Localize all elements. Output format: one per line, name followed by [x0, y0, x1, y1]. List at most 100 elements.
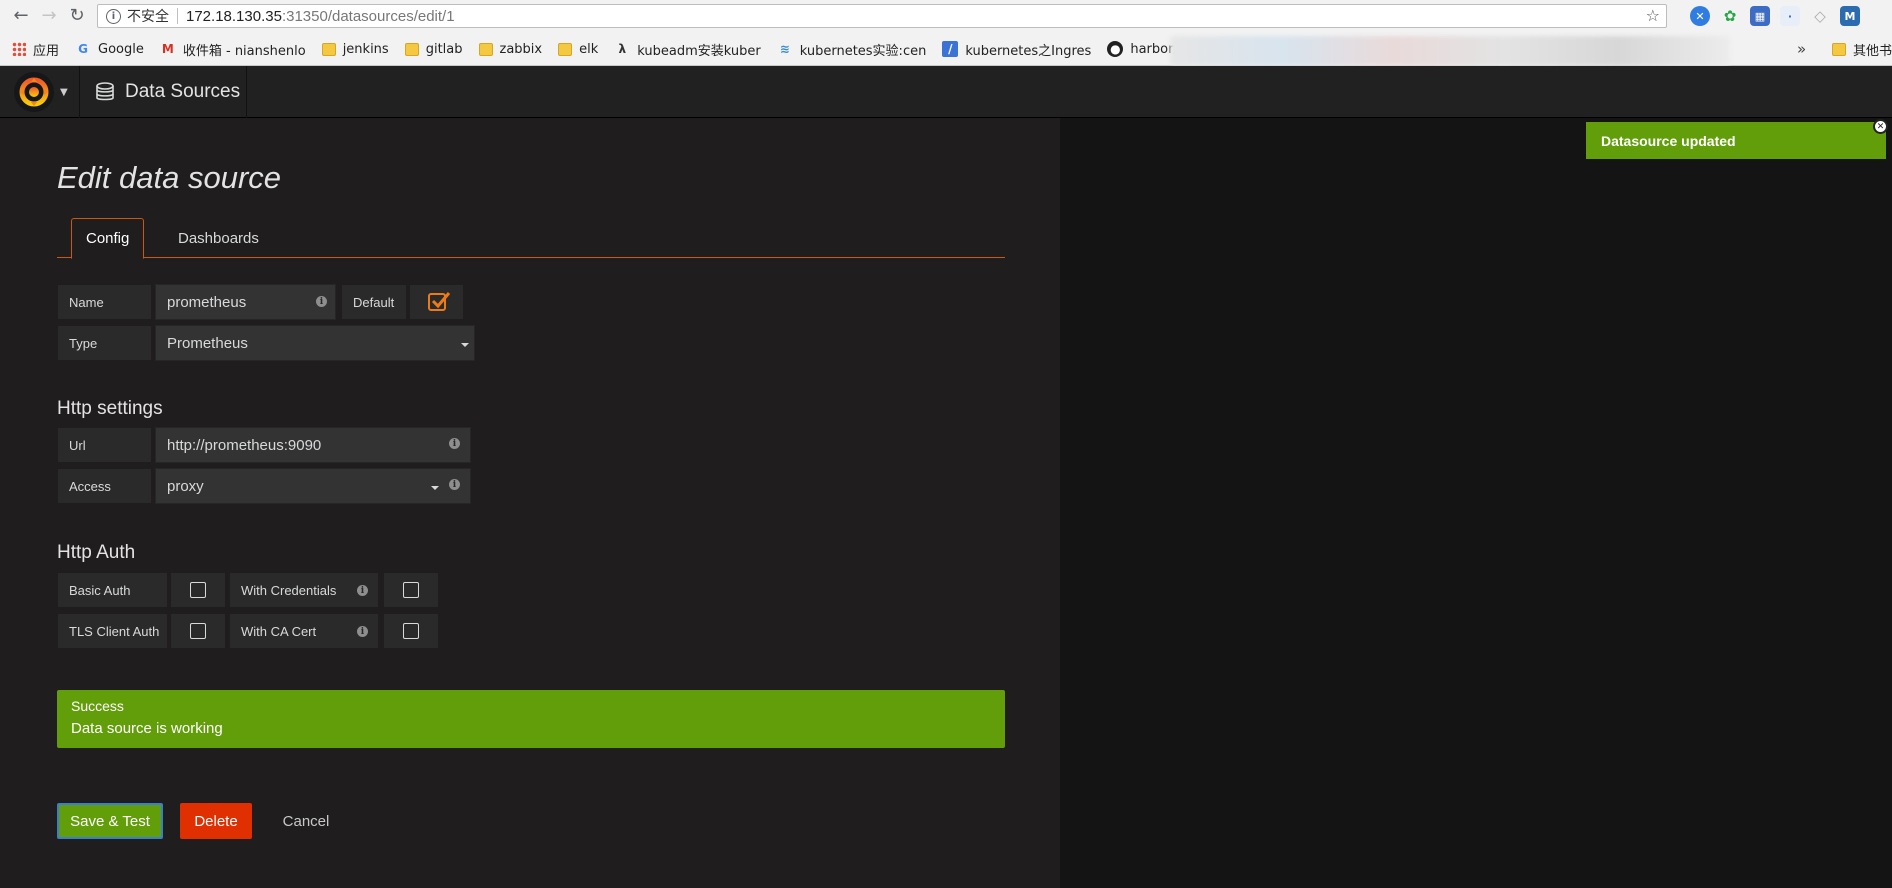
- type-label: Type: [57, 325, 152, 361]
- folder-icon: [1832, 42, 1846, 56]
- tab-dashboards[interactable]: Dashboards: [164, 218, 273, 258]
- side-menu-toggle[interactable]: ▼: [0, 66, 80, 118]
- caret-down-icon: [461, 343, 469, 347]
- name-label: Name: [57, 284, 152, 320]
- info-icon[interactable]: i: [316, 296, 327, 307]
- bookmark-kubernetes-lab[interactable]: ≋ kubernetes实验:cen: [777, 40, 927, 59]
- extension-icon[interactable]: ·: [1780, 6, 1800, 26]
- browser-chrome: ← → ↻ i 不安全 172.18.130.35:31350/datasour…: [0, 0, 1892, 66]
- bookmark-star-icon[interactable]: ☆: [1646, 6, 1660, 25]
- bookmark-label: kubernetes实验:cen: [799, 43, 927, 59]
- success-alert: Success Data source is working: [57, 690, 1005, 748]
- http-settings-title: Http settings: [57, 398, 163, 419]
- with-ca-cert-checkbox[interactable]: [383, 613, 439, 649]
- save-test-button[interactable]: Save & Test: [57, 803, 163, 839]
- bookmark-gmail[interactable]: M 收件箱 - nianshenlo: [160, 40, 306, 59]
- checkbox-checked-icon: [427, 292, 450, 311]
- bookmark-label: jenkins: [342, 41, 389, 57]
- folder-icon: [404, 42, 419, 56]
- bookmark-label: elk: [579, 41, 599, 57]
- toast-message: Datasource updated: [1601, 132, 1736, 149]
- toast-notification: Datasource updated: [1586, 122, 1886, 159]
- paw-icon[interactable]: ✿: [1720, 6, 1740, 26]
- alert-title: Success: [71, 698, 124, 714]
- basic-auth-label: Basic Auth: [57, 572, 168, 608]
- bookmark-label: Google: [98, 41, 144, 57]
- with-credentials-checkbox[interactable]: [383, 572, 439, 608]
- lambda-icon: λ: [618, 42, 627, 56]
- address-bar[interactable]: i 不安全 172.18.130.35:31350/datasources/ed…: [97, 4, 1667, 28]
- bookmark-other[interactable]: 其他书签: [1832, 34, 1892, 64]
- tls-client-auth-label: TLS Client Auth: [57, 613, 168, 649]
- caret-down-icon: ▼: [60, 86, 68, 98]
- checkbox-icon: [190, 582, 206, 598]
- database-icon: [96, 82, 114, 101]
- url-path: :31350/datasources/edit/1: [281, 7, 455, 25]
- checkbox-icon: [403, 582, 419, 598]
- bookmark-kubernetes-ingress[interactable]: / kubernetes之Ingres: [942, 40, 1091, 59]
- bookmark-zabbix[interactable]: zabbix: [478, 42, 542, 57]
- reload-icon[interactable]: ↻: [66, 4, 88, 26]
- gmail-icon: M: [161, 42, 174, 56]
- bookmark-gitlab[interactable]: gitlab: [404, 41, 463, 57]
- bookmark-elk[interactable]: elk: [558, 42, 598, 57]
- alert-message: Data source is working: [71, 720, 223, 737]
- forward-icon[interactable]: →: [38, 4, 60, 26]
- info-icon[interactable]: i: [106, 8, 121, 24]
- cancel-link[interactable]: Cancel: [270, 803, 342, 839]
- extension-icon[interactable]: ✕: [1690, 6, 1710, 26]
- http-auth-title: Http Auth: [57, 542, 136, 563]
- name-input[interactable]: prometheus: [155, 284, 336, 320]
- tab-bar: Config Dashboards: [57, 218, 1005, 259]
- google-icon: G: [78, 42, 88, 56]
- navbar-title: Data Sources: [125, 81, 241, 102]
- url-input[interactable]: http://prometheus:9090: [155, 427, 471, 463]
- navbar-section[interactable]: Data Sources: [81, 66, 247, 118]
- main-content: Edit data source Config Dashboards Name …: [0, 118, 1060, 888]
- tls-client-auth-checkbox[interactable]: [170, 613, 226, 649]
- default-checkbox[interactable]: [409, 284, 464, 320]
- default-label: Default: [341, 284, 407, 320]
- delete-button[interactable]: Delete: [180, 803, 252, 839]
- url-value: http://prometheus:9090: [167, 436, 322, 454]
- caret-down-icon: [431, 486, 439, 490]
- bookmark-kubeadm[interactable]: λ kubeadm安装kuber: [614, 40, 760, 59]
- bookmark-label: 应用: [33, 43, 60, 59]
- access-select[interactable]: proxy: [155, 468, 471, 504]
- apps-icon: [12, 42, 26, 56]
- security-label: 不安全: [127, 9, 169, 25]
- blurred-bookmarks: [1170, 36, 1730, 66]
- extensions-bar: ✕ ✿ ▦ · ◇ M: [1690, 6, 1860, 26]
- m-extension-icon[interactable]: M: [1840, 6, 1860, 26]
- folder-icon: [321, 42, 336, 56]
- bookmark-label: kubeadm安装kuber: [637, 43, 761, 59]
- bookmark-label: 收件箱 - nianshenlo: [182, 43, 306, 59]
- bookmark-label: gitlab: [425, 41, 463, 57]
- bookmark-google[interactable]: G Google: [75, 41, 144, 57]
- info-icon[interactable]: i: [449, 479, 460, 490]
- bookmark-jenkins[interactable]: jenkins: [321, 41, 389, 57]
- type-select[interactable]: Prometheus: [155, 325, 475, 361]
- grafana-logo-icon: [14, 72, 54, 112]
- github-icon: ●: [1107, 41, 1124, 57]
- folder-icon: [558, 42, 573, 56]
- folder-icon: [478, 42, 493, 56]
- info-icon[interactable]: i: [357, 585, 368, 596]
- close-icon[interactable]: ✕: [1873, 119, 1888, 134]
- info-icon[interactable]: i: [357, 626, 368, 637]
- bookmark-label: kubernetes之Ingres: [965, 43, 1092, 59]
- basic-auth-checkbox[interactable]: [170, 572, 226, 608]
- name-value: prometheus: [167, 293, 247, 311]
- bookmarks-more[interactable]: »: [1797, 40, 1806, 58]
- extension-icon[interactable]: ▦: [1750, 6, 1770, 26]
- shield-icon[interactable]: ◇: [1810, 6, 1830, 26]
- tab-config[interactable]: Config: [71, 218, 145, 259]
- url-label: Url: [57, 427, 152, 463]
- bookmark-apps[interactable]: 应用: [12, 40, 59, 59]
- info-icon[interactable]: i: [449, 438, 460, 449]
- access-value: proxy: [167, 477, 204, 495]
- pen-icon: /: [942, 41, 959, 57]
- bookmark-label: 其他书签: [1853, 43, 1892, 59]
- chevron-icon: ≋: [779, 42, 790, 56]
- back-icon[interactable]: ←: [10, 4, 32, 26]
